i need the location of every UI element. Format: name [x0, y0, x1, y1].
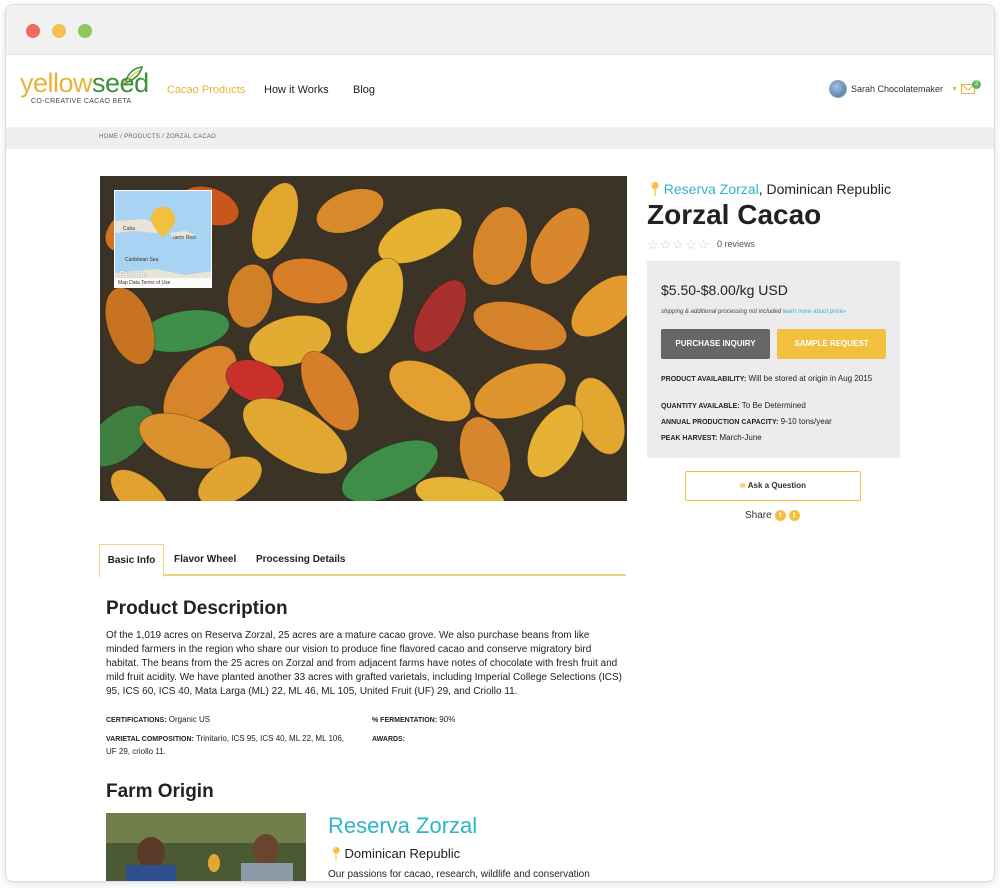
facebook-icon[interactable]: f [774, 510, 786, 521]
price-panel: $5.50-$8.00/kg USD shipping & additional… [647, 261, 900, 458]
farm-photo-graphic [106, 813, 306, 881]
user-menu[interactable]: Sarah Chocolatemaker ▼ [829, 80, 958, 98]
tab-basic-info[interactable]: Basic Info [99, 544, 164, 578]
spec-label: QUANTITY AVAILABLE: [661, 403, 740, 410]
window-titlebar [6, 5, 994, 55]
farm-location: 📍︎Dominican Republic [328, 846, 460, 862]
spec-label: PRODUCT AVAILABILITY: [661, 376, 747, 383]
spec-quantity: QUANTITY AVAILABLE: To Be Determined [661, 400, 891, 412]
yellowseed-logo[interactable]: yellowseed CO-CREATIVE CACAO BETA [20, 66, 149, 105]
certifications: CERTIFICATIONS: Organic US [106, 714, 210, 727]
minimize-window-button[interactable] [52, 24, 66, 38]
shipping-note: shipping & additional processing not inc… [661, 309, 846, 315]
share-row: Share f t [745, 510, 800, 521]
breadcrumb: HOME / PRODUCTS / ZORZAL CACAO [99, 134, 217, 140]
avatar [829, 80, 847, 98]
reviews-count[interactable]: 0 reviews [717, 239, 755, 249]
meta-value: Organic US [166, 715, 211, 724]
product-tabs: Basic Info Flavor Wheel Processing Detai… [99, 544, 626, 578]
sample-request-button[interactable]: SAMPLE REQUEST [777, 329, 886, 359]
farm-description: Our passions for cacao, research, wildli… [328, 869, 590, 880]
meta-value: 90% [437, 715, 456, 724]
spec-peak-harvest: PEAK HARVEST: March-June [661, 432, 891, 444]
varietal-composition: VARIETAL COMPOSITION: Trinitario, ICS 95… [106, 733, 346, 758]
product-description-heading: Product Description [106, 598, 288, 619]
site-header: yellowseed CO-CREATIVE CACAO BETA Cacao … [6, 55, 994, 127]
twitter-icon[interactable]: t [788, 510, 800, 521]
product-location: 📍︎Reserva Zorzal, Dominican Republic [646, 181, 891, 198]
map-pin-icon [151, 207, 175, 237]
map-label-puerto-rico: uerto Rico [173, 235, 196, 241]
purchase-inquiry-button[interactable]: PURCHASE INQUIRY [661, 329, 770, 359]
farm-origin-heading: Farm Origin [106, 781, 214, 802]
location-pin-icon: 📍︎ [328, 846, 345, 861]
tab-flavor-wheel[interactable]: Flavor Wheel [174, 544, 236, 576]
location-map[interactable]: Cuba uerto Rico Caribbean Sea Google Map… [114, 190, 212, 288]
spec-label: ANNUAL PRODUCTION CAPACITY: [661, 419, 779, 426]
spec-availability: PRODUCT AVAILABILITY: Will be stored at … [661, 373, 891, 385]
envelope-icon: ✉ [739, 483, 746, 490]
breadcrumb-bar: HOME / PRODUCTS / ZORZAL CACAO [6, 127, 994, 149]
meta-label: VARIETAL COMPOSITION: [106, 736, 194, 743]
map-label-sea: Caribbean Sea [125, 257, 159, 263]
spec-value: 9-10 tons/year [778, 417, 832, 426]
farm-name-link[interactable]: Reserva Zorzal [328, 813, 477, 839]
nav-blog[interactable]: Blog [353, 84, 375, 96]
farm-link[interactable]: Reserva Zorzal [664, 181, 759, 197]
ask-question-button[interactable]: ✉ Ask a Question [685, 471, 861, 501]
meta-label: % FERMENTATION: [372, 717, 438, 724]
mail-count-badge: 2 [972, 80, 981, 89]
leaf-icon [123, 66, 144, 85]
learn-more-price-link[interactable]: learn more about price» [783, 309, 846, 315]
share-label: Share [745, 510, 772, 521]
fermentation: % FERMENTATION: 90% [372, 714, 455, 727]
spec-value: To Be Determined [739, 401, 806, 410]
product-description-text: Of the 1,019 acres on Reserva Zorzal, 25… [106, 630, 622, 697]
shipping-note-text: shipping & additional processing not inc… [661, 309, 782, 315]
farm-country: Dominican Republic [344, 846, 461, 861]
price: $5.50-$8.00/kg USD [661, 282, 788, 298]
close-window-button[interactable] [26, 24, 40, 38]
farm-photo [106, 813, 306, 881]
spec-label: PEAK HARVEST: [661, 435, 718, 442]
location-pin-icon: 📍︎ [646, 181, 664, 197]
logo-text-yellow: yellow [20, 68, 93, 98]
product-image: Cuba uerto Rico Caribbean Sea Google Map… [100, 176, 627, 501]
logo-tagline: CO-CREATIVE CACAO BETA [31, 98, 132, 105]
map-footer[interactable]: Map Data Terms of Use [115, 278, 211, 287]
tab-processing-details[interactable]: Processing Details [256, 544, 345, 576]
map-label-cuba: Cuba [123, 226, 135, 232]
ask-question-label: Ask a Question [747, 481, 807, 490]
nav-how-it-works[interactable]: How it Works [264, 84, 329, 96]
browser-window: yellowseed CO-CREATIVE CACAO BETA Cacao … [5, 4, 995, 882]
user-name: Sarah Chocolatemaker [851, 84, 944, 94]
chevron-down-icon: ▼ [951, 85, 958, 93]
product-title: Zorzal Cacao [647, 199, 822, 230]
meta-label: AWARDS: [372, 736, 406, 743]
nav-cacao-products[interactable]: Cacao Products [167, 84, 245, 96]
awards: AWARDS: [372, 733, 405, 746]
meta-label: CERTIFICATIONS: [106, 717, 167, 724]
spec-value: Will be stored at origin in Aug 2015 [746, 374, 873, 383]
spec-capacity: ANNUAL PRODUCTION CAPACITY: 9-10 tons/ye… [661, 416, 891, 428]
maximize-window-button[interactable] [78, 24, 92, 38]
product-country: , Dominican Republic [758, 181, 891, 197]
rating-stars[interactable]: ☆☆☆☆☆ [647, 237, 710, 253]
spec-value: March-June [717, 433, 762, 442]
